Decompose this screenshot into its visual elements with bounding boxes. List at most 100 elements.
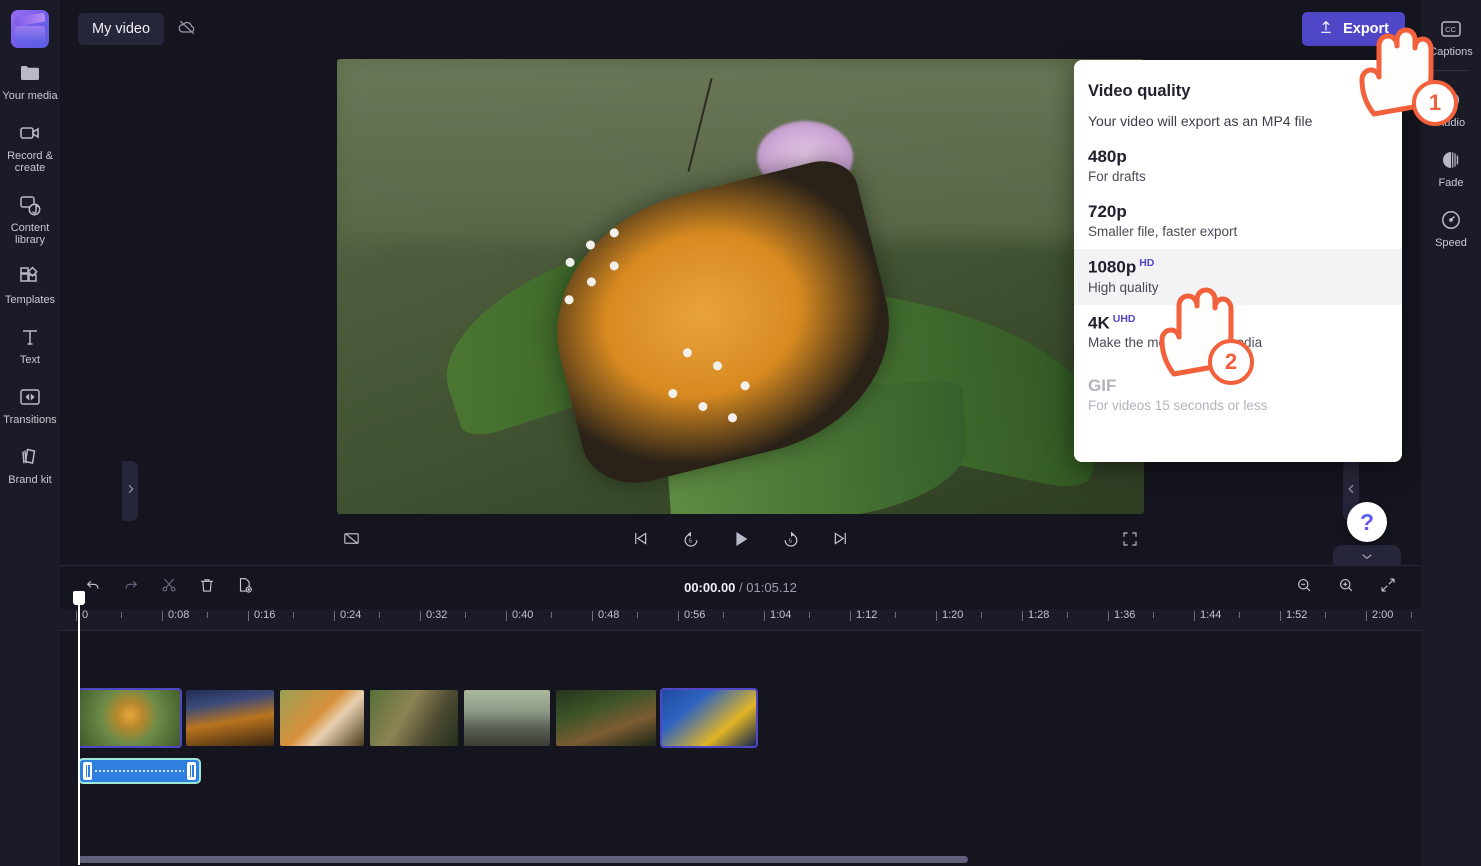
time-display: 00:00.00 / 01:05.12 (60, 580, 1421, 595)
rewind-5-button[interactable]: 5 (677, 527, 705, 555)
clip-thumbnail-tiger (280, 690, 364, 746)
step-number: 1 (1429, 90, 1441, 116)
ruler-tick: 0:32 (426, 609, 447, 621)
quality-option-1080p[interactable]: 1080pHD High quality (1074, 249, 1402, 305)
quality-option-720p[interactable]: 720p Smaller file, faster export (1074, 194, 1402, 249)
right-sidebar: CC Captions Audio Fade Speed (1421, 0, 1481, 866)
video-preview[interactable] (337, 59, 1144, 514)
fullscreen-button[interactable] (1116, 527, 1144, 555)
sidebar-item-captions[interactable]: CC Captions (1421, 8, 1481, 64)
skip-next-button[interactable] (827, 527, 855, 555)
project-name-text: My video (92, 21, 150, 37)
fullscreen-icon (1121, 530, 1139, 553)
skip-previous-button[interactable] (627, 527, 655, 555)
table-row[interactable] (660, 688, 758, 748)
quality-name: 480p (1088, 147, 1127, 166)
ruler-tick: 0:40 (512, 609, 533, 621)
table-row[interactable] (554, 688, 658, 748)
ruler-tick-minor (1067, 612, 1068, 618)
quality-option-480p[interactable]: 480p For drafts (1074, 139, 1402, 194)
skip-previous-icon (631, 529, 650, 553)
ruler-tick-minor (1153, 612, 1154, 618)
step-number: 2 (1225, 349, 1237, 375)
ruler-tick-minor (465, 612, 466, 618)
table-row[interactable] (278, 688, 366, 748)
sidebar-item-your-media[interactable]: Your media (0, 52, 60, 108)
table-row[interactable] (462, 688, 552, 748)
sidebar-item-content-library[interactable]: Content library (0, 184, 60, 252)
redo-icon (122, 576, 140, 599)
ruler-tick: 1:36 (1114, 609, 1135, 621)
chevron-right-icon (126, 482, 135, 500)
timeline-horizontal-scrollbar[interactable] (78, 856, 968, 863)
clip-thumbnail-macaw (662, 690, 756, 746)
audio-clip-right-handle[interactable] (187, 762, 196, 780)
sidebar-item-transitions[interactable]: Transitions (0, 376, 60, 432)
sidebar-label: Content library (2, 222, 58, 246)
table-row[interactable] (184, 688, 276, 748)
ruler-tick: 0:48 (598, 609, 619, 621)
sidebar-item-templates[interactable]: Templates (0, 256, 60, 312)
export-quality-dropdown: Video quality Your video will export as … (1074, 60, 1402, 462)
skip-next-icon (831, 529, 850, 553)
svg-text:CC: CC (1445, 25, 1456, 34)
player-controls: 5 5 (337, 520, 1144, 562)
cloud-off-button[interactable] (170, 13, 204, 45)
ruler-tick: 0:16 (254, 609, 275, 621)
crop-off-icon (342, 529, 361, 553)
table-row[interactable] (368, 688, 460, 748)
clip-thumbnail-deer (556, 690, 656, 746)
quality-desc: High quality (1088, 280, 1388, 295)
audio-clip-left-handle[interactable] (83, 762, 92, 780)
zoom-in-icon (1337, 576, 1355, 599)
video-camera-icon (17, 120, 43, 146)
project-name-field[interactable]: My video (78, 13, 164, 45)
svg-text:5: 5 (788, 538, 791, 544)
export-button[interactable]: Export (1302, 12, 1405, 46)
split-button[interactable] (154, 573, 184, 603)
zoom-out-button[interactable] (1289, 573, 1319, 603)
quality-desc: Smaller file, faster export (1088, 224, 1388, 239)
closed-caption-icon: CC (1438, 16, 1464, 42)
redo-button[interactable] (116, 573, 146, 603)
help-button[interactable]: ? (1347, 502, 1387, 542)
step-badge-1: 1 (1412, 80, 1458, 126)
clapperboard-logo[interactable] (11, 10, 49, 48)
rewind-5-icon: 5 (681, 529, 701, 554)
ruler-tick: 1:44 (1200, 609, 1221, 621)
split-scissors-icon (160, 576, 178, 599)
quality-name: 4K (1088, 313, 1110, 332)
sidebar-label: Your media (2, 90, 57, 102)
top-toolbar: My video Export (60, 0, 1421, 58)
step-badge-2: 2 (1208, 339, 1254, 385)
sidebar-label: Brand kit (8, 474, 51, 486)
audio-track-clip[interactable] (78, 758, 201, 784)
sidebar-item-text[interactable]: Text (0, 316, 60, 372)
export-button-label: Export (1343, 21, 1389, 37)
forward-5-button[interactable]: 5 (777, 527, 805, 555)
sidebar-item-fade[interactable]: Fade (1421, 139, 1481, 195)
ruler-tick: 0:56 (684, 609, 705, 621)
playhead[interactable] (78, 601, 80, 865)
duplicate-button[interactable] (230, 573, 260, 603)
sidebar-label: Speed (1435, 237, 1467, 249)
left-panel-toggle[interactable] (122, 461, 138, 521)
fit-to-screen-button[interactable] (1373, 573, 1403, 603)
timeline-edit-buttons (60, 573, 260, 603)
delete-button[interactable] (192, 573, 222, 603)
sidebar-item-speed[interactable]: Speed (1421, 199, 1481, 255)
aspect-ratio-button[interactable] (337, 527, 365, 555)
fit-to-screen-icon (1379, 576, 1397, 599)
ruler-tick-minor (551, 612, 552, 618)
table-row[interactable] (78, 688, 182, 748)
play-button[interactable] (727, 527, 755, 555)
transitions-icon (17, 384, 43, 410)
timeline-ruler[interactable]: 0 0:08 0:16 0:24 0:32 0:40 0:48 0:56 1:0… (60, 609, 1421, 631)
zoom-in-button[interactable] (1331, 573, 1361, 603)
ruler-tick: 1:52 (1286, 609, 1307, 621)
sidebar-item-brand-kit[interactable]: Brand kit (0, 436, 60, 492)
ruler-tick: 2:00 (1372, 609, 1393, 621)
timeline-zoom-buttons (1289, 573, 1421, 603)
fade-icon (1438, 147, 1464, 173)
sidebar-item-record-create[interactable]: Record & create (0, 112, 60, 180)
